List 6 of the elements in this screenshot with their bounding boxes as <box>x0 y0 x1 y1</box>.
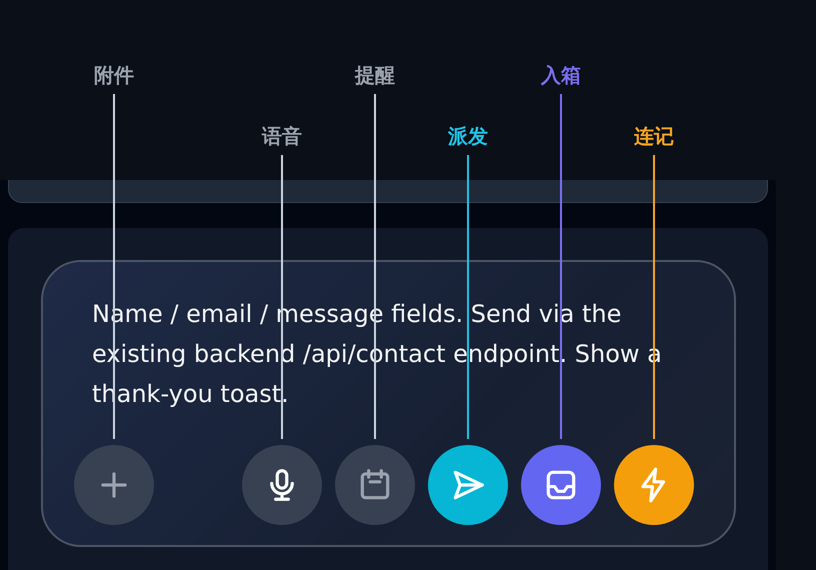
callout-label: 提醒 <box>355 62 395 89</box>
callout-label: 附件 <box>94 62 134 89</box>
callout-label: 连记 <box>634 123 674 150</box>
callout-label: 派发 <box>448 123 488 150</box>
callout-label: 语音 <box>262 123 302 150</box>
callout-label: 入箱 <box>541 62 581 89</box>
